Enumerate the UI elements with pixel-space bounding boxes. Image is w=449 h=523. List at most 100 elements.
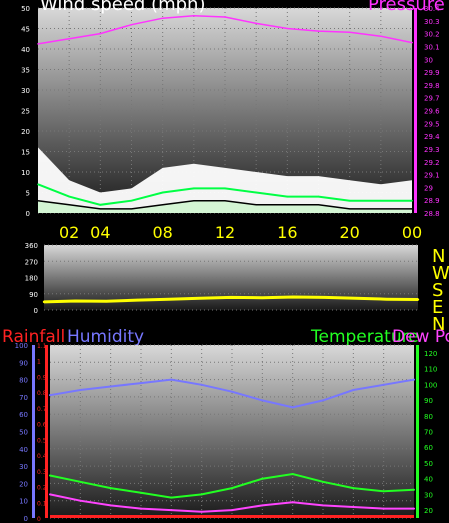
point-pressure [161, 17, 164, 20]
temperature-axis-bar [416, 345, 419, 518]
y-tick-label-pressure: 28.9 [424, 197, 440, 205]
point-humidity [170, 378, 173, 381]
y-tick-label-temperature: 70 [424, 429, 433, 437]
point-humidity [231, 390, 233, 393]
point-direction [323, 296, 326, 299]
y-tick-label-pressure: 29.3 [424, 146, 440, 154]
y-tick-label-temperature: 20 [424, 507, 433, 515]
y-tick-label-direction: 90 [29, 291, 38, 299]
point-humidity [49, 394, 51, 397]
point-humidity [79, 388, 82, 391]
y-tick-label-temperature: 110 [424, 366, 437, 374]
y-tick-label-pressure: 30 [424, 56, 433, 64]
y-tick-label-temperature: 40 [424, 476, 433, 484]
point-average [193, 187, 195, 190]
point-humidity [413, 378, 415, 381]
time-label: 04 [90, 223, 110, 242]
y-tick-label-wind: 5 [26, 190, 30, 198]
point-average [68, 195, 70, 198]
point-average [37, 183, 39, 186]
y-tick-label-pressure: 30.1 [424, 43, 440, 51]
y-tick-label-humidity: 20 [19, 480, 28, 488]
point-average [255, 191, 257, 194]
point-temperature [200, 493, 203, 496]
y-tick-label-temperature: 30 [424, 491, 433, 499]
point-humidity [200, 383, 203, 386]
wind-speed-title: Wind speed (mph) [40, 0, 205, 15]
point-pressure [193, 14, 195, 17]
y-tick-label-humidity: 100 [15, 342, 28, 350]
point-average [99, 204, 102, 206]
y-tick-label-humidity: 80 [19, 377, 28, 385]
y-tick-label-humidity: 50 [19, 429, 28, 437]
point-average [317, 195, 320, 198]
point-dew-point [352, 505, 355, 508]
y-tick-label-pressure: 29.5 [424, 120, 440, 128]
point-dew-point [261, 504, 264, 507]
y-tick-label-pressure: 28.8 [424, 210, 440, 218]
y-tick-label-humidity: 30 [19, 463, 28, 471]
point-pressure [224, 16, 226, 18]
point-direction [42, 300, 46, 304]
rainfall-axis-bar [45, 345, 48, 518]
rainfall-baseline [50, 515, 414, 518]
y-tick-label-pressure: 29.2 [424, 159, 440, 167]
y-tick-label-humidity: 60 [19, 411, 28, 419]
point-temperature [322, 480, 324, 483]
point-average [411, 199, 413, 202]
y-tick-label-rainfall: 0.1 [37, 500, 47, 507]
y-tick-label-temperature: 100 [424, 381, 437, 389]
point-direction [354, 297, 357, 300]
point-pressure [317, 30, 320, 32]
humidity-axis-bar [32, 345, 35, 518]
time-label: 00 [402, 223, 422, 242]
humidity-title: Humidity [67, 327, 144, 347]
time-label: 16 [277, 223, 297, 242]
y-tick-label-temperature: 80 [424, 413, 433, 421]
y-tick-label-temperature: 50 [424, 460, 433, 468]
point-dew-point [382, 507, 385, 510]
point-temperature [382, 490, 385, 493]
time-label: 12 [215, 223, 235, 242]
point-direction [136, 298, 139, 302]
y-tick-label-wind: 10 [21, 169, 30, 177]
y-tick-label-wind: 35 [21, 67, 30, 75]
point-pressure [348, 31, 351, 34]
point-direction [229, 296, 233, 299]
point-direction [260, 296, 264, 299]
point-pressure [37, 43, 39, 45]
point-temperature [261, 477, 264, 480]
point-humidity [382, 383, 385, 386]
pressure-axis-bar [414, 8, 417, 213]
point-dew-point [79, 499, 82, 502]
humidity-temp-plot-area [50, 345, 414, 518]
y-tick-label-rainfall: 1 [37, 359, 41, 366]
y-tick-label-rainfall: 0.6 [37, 422, 47, 429]
point-humidity [291, 406, 294, 409]
point-direction [105, 300, 108, 303]
y-tick-label-pressure: 29.1 [424, 172, 440, 180]
y-tick-label-humidity: 70 [19, 394, 28, 402]
point-dew-point [413, 507, 415, 510]
point-humidity [109, 385, 112, 388]
y-tick-label-wind: 45 [21, 26, 30, 34]
y-tick-label-wind: 15 [21, 149, 30, 157]
point-pressure [255, 22, 257, 25]
point-dew-point [170, 509, 173, 512]
y-tick-label-rainfall: 1.1 [37, 343, 47, 350]
y-tick-label-pressure: 30.2 [424, 31, 440, 39]
y-tick-label-wind: 0 [26, 210, 30, 218]
point-dew-point [140, 507, 142, 510]
point-direction [73, 299, 77, 303]
time-label: 20 [339, 223, 359, 242]
y-tick-label-direction: 270 [25, 258, 38, 266]
point-humidity [352, 388, 355, 391]
point-dew-point [109, 504, 112, 507]
y-tick-label-rainfall: 0.7 [37, 406, 47, 413]
y-tick-label-temperature: 60 [424, 444, 433, 452]
point-temperature [49, 474, 51, 477]
y-tick-label-pressure: 29.6 [424, 108, 440, 116]
y-tick-label-rainfall: 0 [37, 516, 41, 523]
y-tick-label-direction: 360 [25, 242, 38, 250]
y-tick-label-pressure: 30.3 [424, 18, 440, 26]
